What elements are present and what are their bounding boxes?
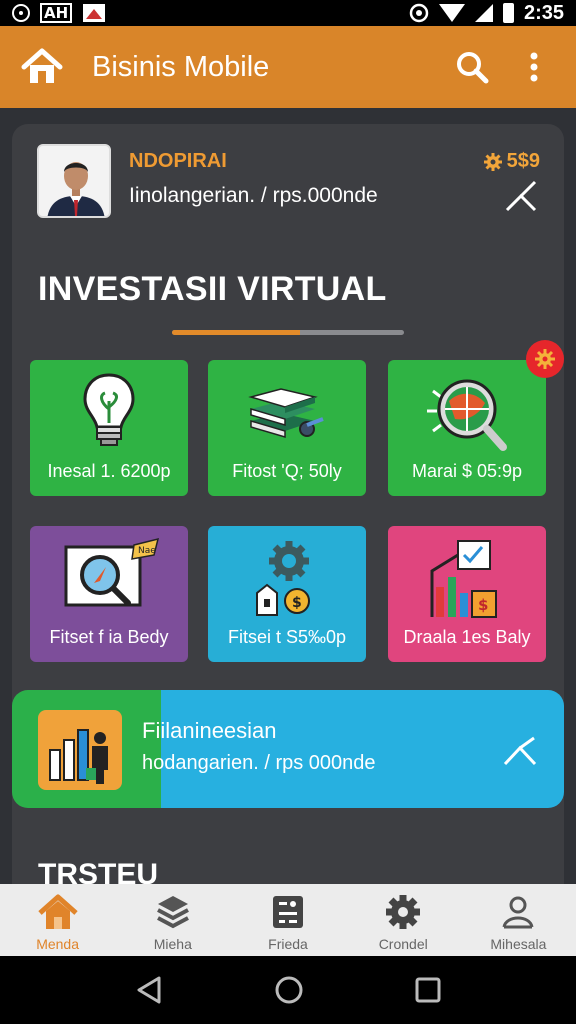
- back-icon[interactable]: [135, 975, 163, 1005]
- nav-label: Mieha: [153, 936, 192, 952]
- notification-icon: [12, 4, 30, 22]
- nav-item-frieda[interactable]: Frieda: [230, 884, 345, 956]
- nav-label: Crondel: [378, 936, 428, 952]
- svg-text:$: $: [292, 595, 302, 611]
- home-icon: [37, 894, 78, 929]
- section-progress: [172, 330, 404, 335]
- chart-money-icon: $: [430, 540, 497, 618]
- nav-label: Frieda: [268, 936, 308, 952]
- tile-label: Fitsei t S5‰0p: [227, 627, 347, 647]
- wifi-icon: [438, 4, 465, 22]
- alarm-icon: [409, 3, 429, 23]
- tile-label: Draala 1es Baly: [403, 627, 531, 647]
- coin-balance: 5$9: [483, 150, 540, 173]
- home-icon[interactable]: [20, 45, 64, 89]
- user-icon: [502, 896, 534, 929]
- signal-icon: [474, 4, 493, 22]
- screen-search-icon: Nae: [64, 537, 160, 607]
- tile-chart-money[interactable]: $ Draala 1es Baly: [388, 526, 546, 662]
- nav-label: Mihesala: [490, 936, 547, 952]
- books-icon: [248, 388, 324, 439]
- svg-text:$: $: [478, 596, 488, 614]
- status-box-text: AH: [40, 3, 73, 23]
- battery-icon: [502, 3, 514, 23]
- clock: 2:35: [523, 1, 564, 24]
- progress-fill: [172, 330, 300, 335]
- bottom-navigation: Menda Mieha Frieda Crondel Mihesala: [0, 884, 576, 956]
- notification-image-icon: [83, 4, 106, 22]
- tile-label: Marai $ 05:9p: [411, 461, 523, 481]
- gear-icon: [483, 152, 502, 171]
- profile-name: NDOPIRAI: [129, 150, 227, 172]
- section-title: INVESTASII VIRTUAL: [38, 270, 387, 308]
- nav-item-mihesala[interactable]: Mihesala: [461, 884, 576, 956]
- search-icon: [457, 52, 489, 84]
- home-circle-icon[interactable]: [274, 975, 304, 1005]
- tile-label: Fitset f ia Bedy: [49, 627, 169, 647]
- banner-title: Fiilanineesian: [142, 718, 277, 743]
- app-bar: Bisinis Mobile: [0, 26, 576, 108]
- coin-value: 5$9: [506, 150, 540, 172]
- tile-label: Inesal 1. 6200p: [47, 461, 171, 481]
- nav-item-menda[interactable]: Menda: [0, 884, 115, 956]
- tile-books[interactable]: Fitost 'Q; 50ly: [208, 360, 366, 496]
- chevron-up-icon[interactable]: [502, 736, 538, 766]
- avatar: [37, 144, 111, 218]
- promo-banner[interactable]: Fiilanineesian hodangarien. / rps 000nde: [12, 690, 564, 808]
- nav-item-mieha[interactable]: Mieha: [115, 884, 230, 956]
- profile-row[interactable]: NDOPIRAI Iinolangerian. / rps.000nde 5$9: [37, 144, 544, 218]
- more-vert-icon: [530, 52, 538, 82]
- tile-tag-text: Nae: [138, 546, 156, 556]
- expand-icon[interactable]: [504, 180, 538, 214]
- tools-icon: [273, 896, 303, 928]
- layers-icon: [156, 896, 189, 929]
- tile-lightbulb[interactable]: Inesal 1. 6200p: [30, 360, 188, 496]
- profile-description: Iinolangerian. / rps.000nde: [129, 184, 378, 207]
- status-bar: AH 2:35: [0, 0, 576, 26]
- lightbulb-icon: [83, 373, 135, 446]
- system-navigation-bar: [0, 956, 576, 1024]
- tile-gear-money[interactable]: $ Fitsei t S5‰0p: [208, 526, 366, 662]
- gear-icon: [535, 349, 555, 369]
- gear-icon: [386, 895, 421, 929]
- nav-item-crondel[interactable]: Crondel: [346, 884, 461, 956]
- search-button[interactable]: [450, 45, 494, 89]
- tile-screen-search[interactable]: Nae Fitset f ia Bedy: [30, 526, 188, 662]
- more-menu-button[interactable]: [512, 45, 556, 89]
- business-chart-icon: [38, 710, 122, 790]
- tile-globe[interactable]: Marai $ 05:9p: [388, 340, 564, 496]
- dashboard-card: NDOPIRAI Iinolangerian. / rps.000nde 5$9…: [12, 124, 564, 924]
- globe-magnifier-icon: [427, 379, 507, 451]
- app-title: Bisinis Mobile: [92, 50, 270, 83]
- banner-description: hodangarien. / rps 000nde: [142, 752, 376, 774]
- tile-label: Fitost 'Q; 50ly: [232, 461, 342, 481]
- gear-money-icon: $: [256, 541, 310, 616]
- nav-label: Menda: [36, 936, 79, 952]
- recents-icon[interactable]: [415, 977, 441, 1003]
